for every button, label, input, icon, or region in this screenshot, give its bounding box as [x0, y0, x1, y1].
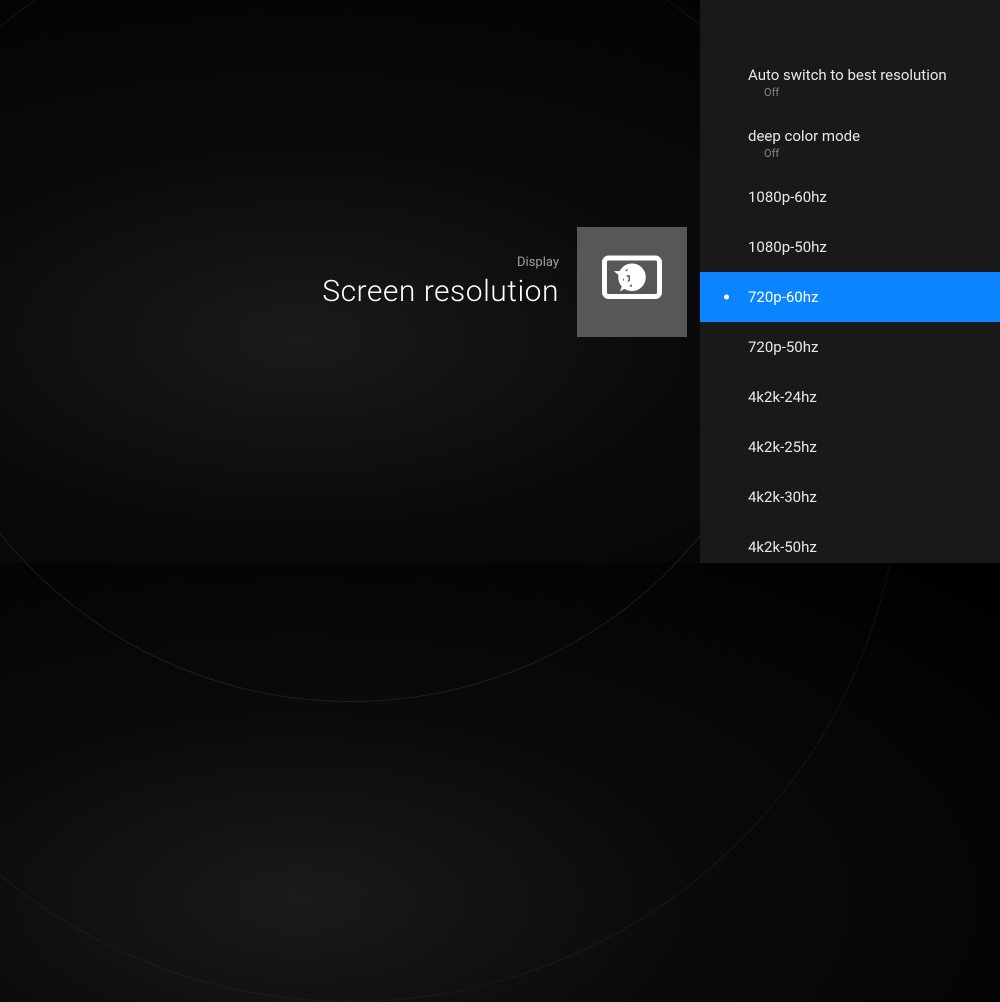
- menu-item-label: 4k2k-50hz: [748, 538, 1000, 556]
- display-icon-box: [577, 227, 687, 337]
- menu-item-label: deep color mode: [748, 127, 1000, 145]
- title-text-group: Display Screen resolution: [322, 255, 565, 309]
- menu-item-deep-color[interactable]: deep color mode Off: [700, 111, 1000, 172]
- menu-item-value: Off: [764, 147, 1000, 160]
- menu-item-label: 4k2k-30hz: [748, 488, 1000, 506]
- menu-item-label: 720p-50hz: [748, 338, 1000, 356]
- menu-item-auto-switch[interactable]: Auto switch to best resolution Off: [700, 50, 1000, 111]
- menu-item-4k2k-25hz[interactable]: 4k2k-25hz: [700, 422, 1000, 472]
- menu-item-label: 720p-60hz: [748, 288, 1000, 306]
- menu-item-label: 1080p-60hz: [748, 188, 1000, 206]
- menu-item-720p-50hz[interactable]: 720p-50hz: [700, 322, 1000, 372]
- menu-item-label: 4k2k-25hz: [748, 438, 1000, 456]
- menu-item-720p-60hz[interactable]: 720p-60hz: [700, 272, 1000, 322]
- brightness-icon: [599, 247, 665, 317]
- menu-item-1080p-60hz[interactable]: 1080p-60hz: [700, 172, 1000, 222]
- menu-item-label: Auto switch to best resolution: [748, 66, 1000, 84]
- category-label: Display: [322, 255, 559, 270]
- menu-item-value: Off: [764, 86, 1000, 99]
- resolution-menu-panel: Auto switch to best resolution Off deep …: [700, 0, 1000, 563]
- menu-item-4k2k-30hz[interactable]: 4k2k-30hz: [700, 472, 1000, 522]
- menu-item-4k2k-24hz[interactable]: 4k2k-24hz: [700, 372, 1000, 422]
- menu-item-1080p-50hz[interactable]: 1080p-50hz: [700, 222, 1000, 272]
- menu-item-label: 1080p-50hz: [748, 238, 1000, 256]
- menu-item-4k2k-50hz[interactable]: 4k2k-50hz: [700, 522, 1000, 572]
- main-content-area: Display Screen resolution: [0, 0, 700, 563]
- title-block: Display Screen resolution: [322, 227, 687, 337]
- page-title: Screen resolution: [322, 274, 559, 309]
- menu-item-label: 4k2k-24hz: [748, 388, 1000, 406]
